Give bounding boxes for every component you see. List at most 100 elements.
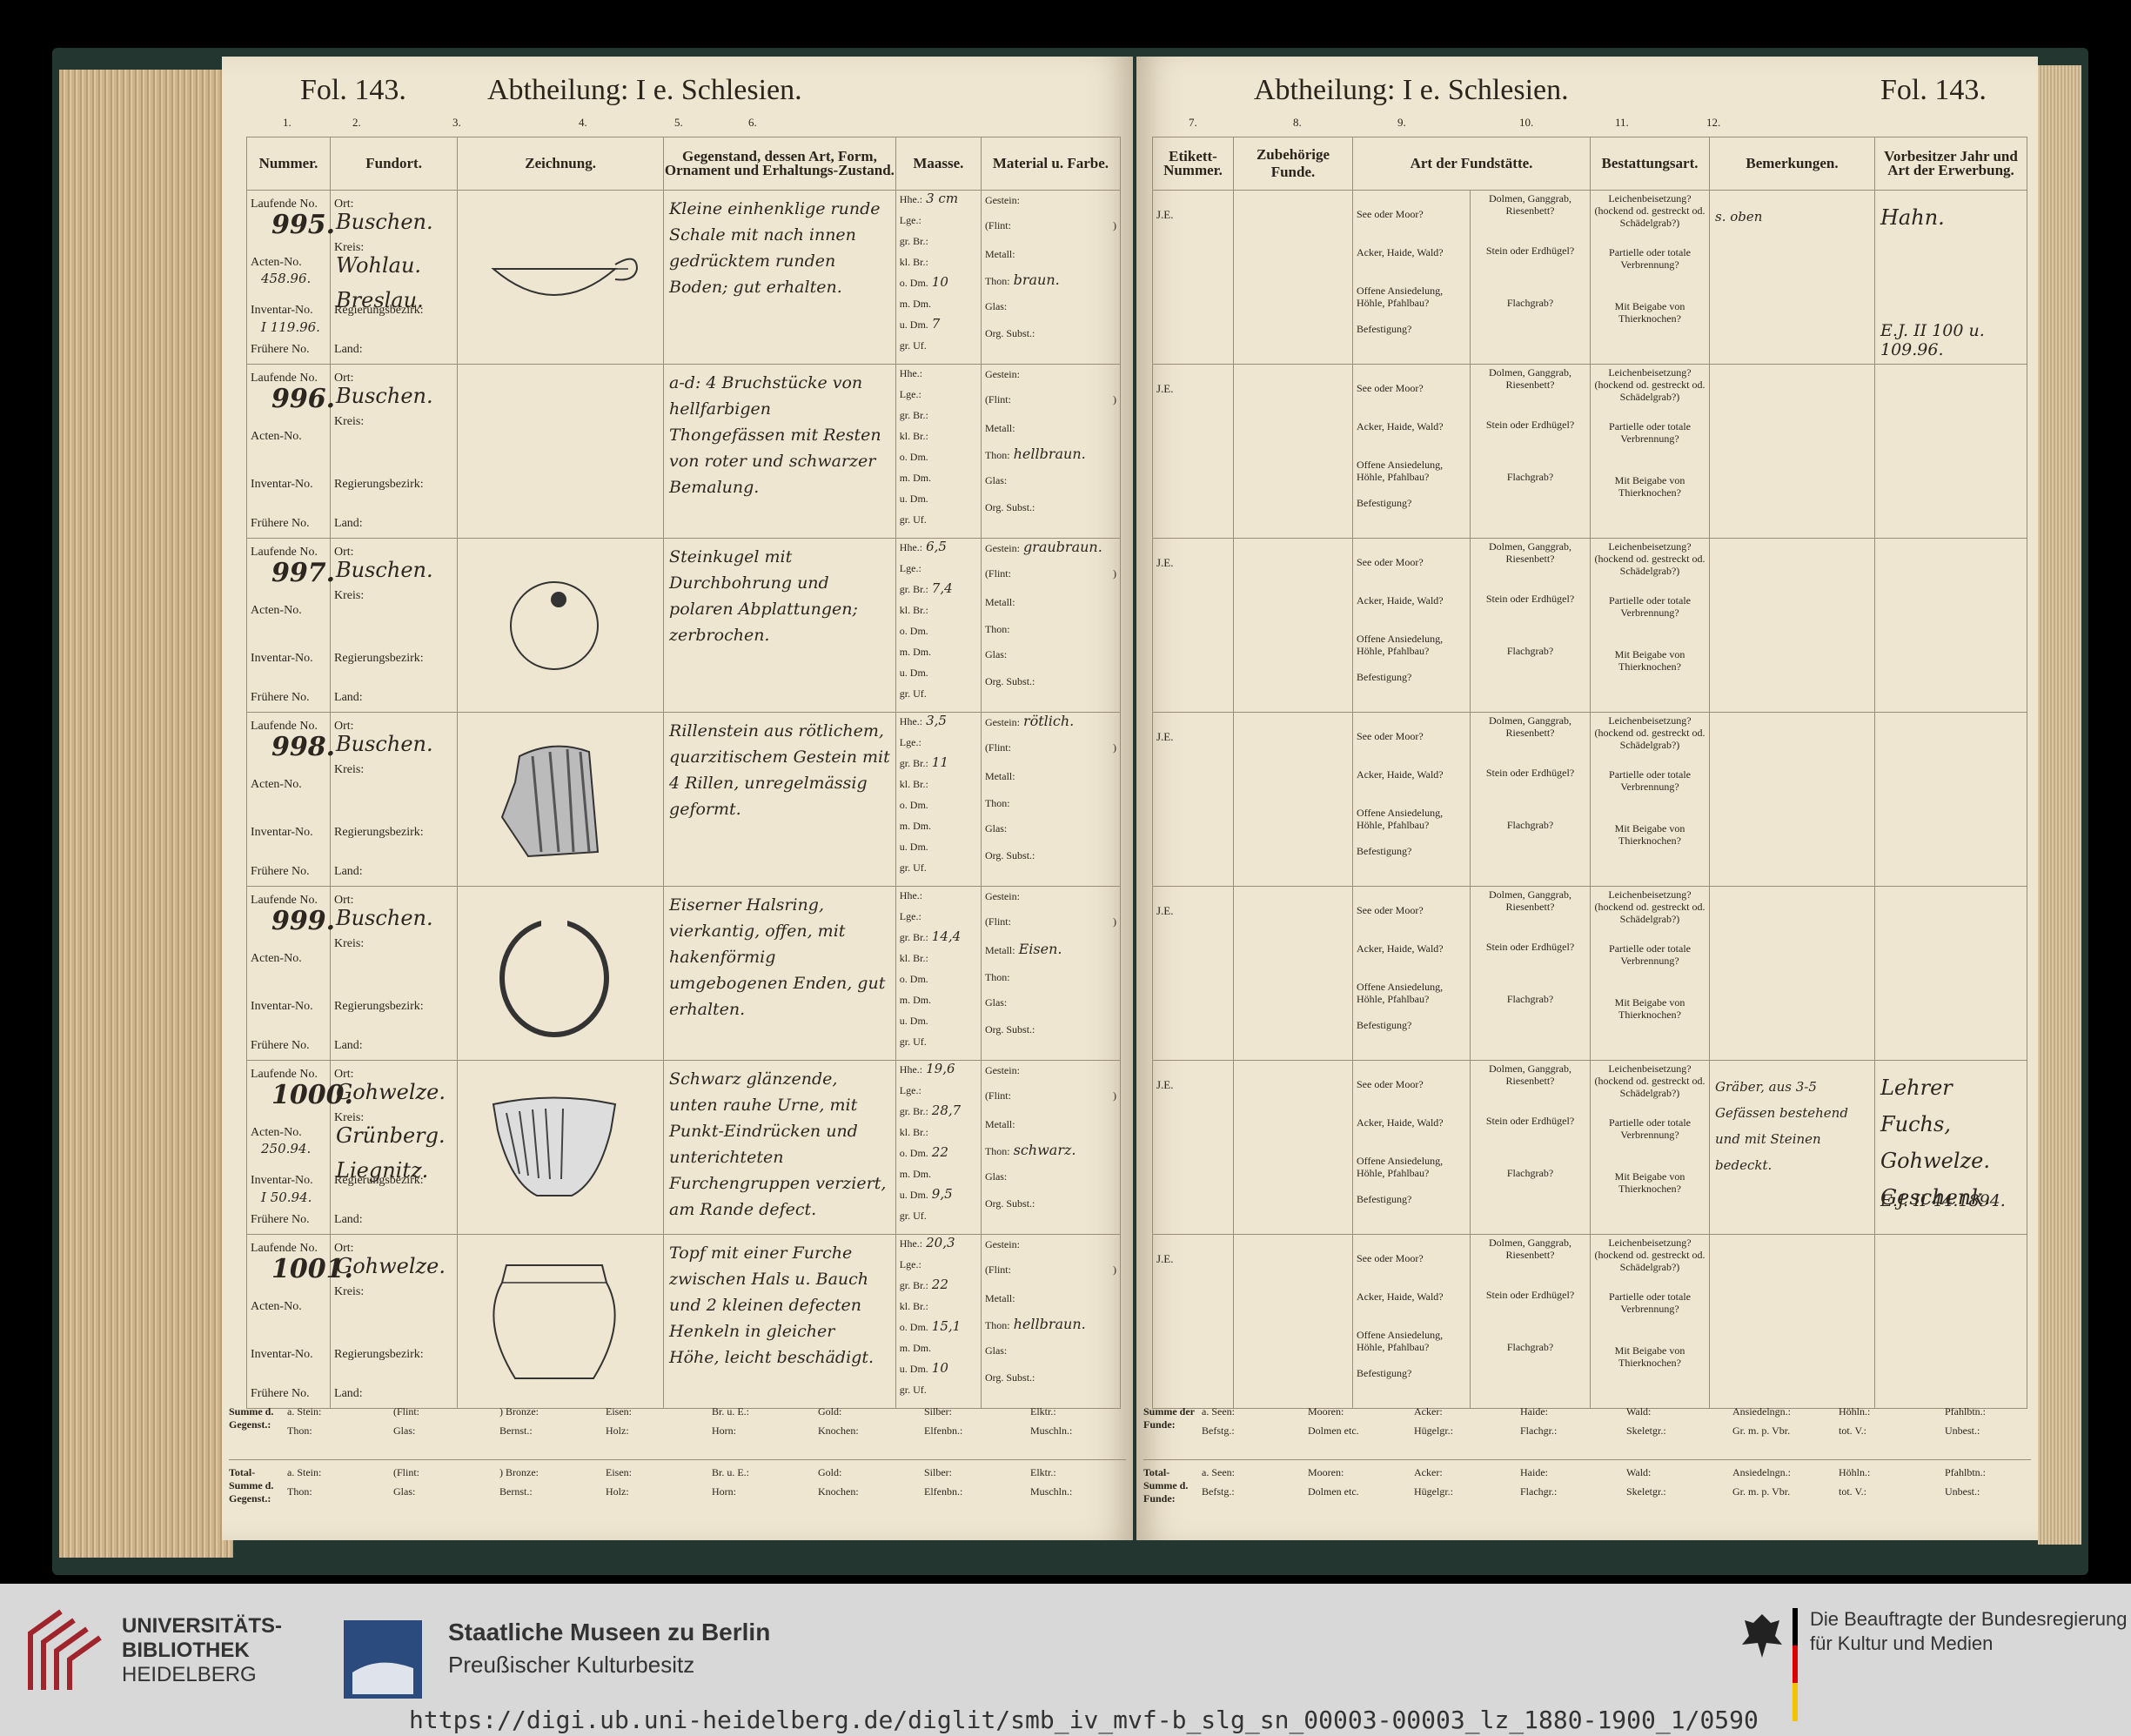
sum-field: Horn: <box>712 1485 736 1498</box>
maasse-label: Lge.: <box>899 1084 921 1096</box>
bezirk-value: Liegnitz. <box>336 1158 429 1183</box>
sum-field: Knochen: <box>818 1424 859 1437</box>
sum-field: Glas: <box>393 1485 416 1498</box>
fundstaette-label: Befestigung? <box>1357 497 1412 509</box>
maasse-value: 6,5 <box>926 539 947 554</box>
material-label: ) <box>1113 915 1116 928</box>
table-row: Laufende No. Acten-No. Inventar-No. Frühere… <box>245 1234 1122 1409</box>
fundstaette-label: Flachgrab? <box>1506 1167 1554 1179</box>
maasse-value: 9,5 <box>931 1186 953 1202</box>
right-colnum: 10. <box>1519 116 1534 129</box>
nummer-label: Acten-No. <box>251 430 302 443</box>
sum-field: Befstg.: <box>1202 1424 1235 1437</box>
artifact-drawing <box>467 204 641 352</box>
fundort-label: Regierungsbezirk: <box>334 652 424 665</box>
sum-field: Haide: <box>1520 1405 1548 1418</box>
material-label: Metall: <box>984 422 1015 434</box>
bkm-line1: Die Beauftragte der Bundesregierung <box>1810 1608 2128 1630</box>
fundort-label: Land: <box>334 691 363 704</box>
fundort-label: Land: <box>334 1387 363 1400</box>
fundstaette-label: Stein oder Erdhügel? <box>1485 941 1575 953</box>
fundort-label: Regierungsbezirk: <box>334 826 424 839</box>
maasse-label: m. Dm. <box>899 820 932 832</box>
material-value: hellbraun. <box>1013 446 1086 462</box>
material-label: Org. Subst.: <box>984 675 1035 687</box>
gegenstand-description: a-d: 4 Bruchstücke von hellfarbigen Thon… <box>669 373 881 497</box>
material-label: (Flint: <box>984 567 1011 580</box>
artifact-drawing <box>467 1074 641 1222</box>
laufende-number: 996. <box>271 384 336 414</box>
fundstaette-label: Stein oder Erdhügel? <box>1485 1115 1575 1127</box>
kreis-value: Grünberg. <box>336 1123 446 1148</box>
fundort-label: Land: <box>334 1213 363 1226</box>
maasse-label: o. Dm. <box>899 277 928 289</box>
maasse-label: Hhe.: <box>899 1237 923 1250</box>
maasse-label: u. Dm. <box>899 667 928 679</box>
maasse-label: m. Dm. <box>899 298 932 310</box>
maasse-value: 3,5 <box>926 713 947 728</box>
maasse-value: 22 <box>931 1277 948 1292</box>
sum-field: Pfahlbtn.: <box>1945 1466 1986 1478</box>
maasse-label: kl. Br.: <box>899 430 928 442</box>
material-label: ) <box>1113 567 1116 580</box>
fundstaette-label: See oder Moor? <box>1357 1078 1424 1090</box>
permalink-url[interactable]: https://digi.ub.uni-heidelberg.de/diglit… <box>409 1706 1759 1734</box>
bestattung-label: Partielle oder totale Verbrennung? <box>1609 768 1691 793</box>
sum-field: Gr. m. p. Vbr. <box>1732 1485 1791 1498</box>
maasse-label: u. Dm. <box>899 318 928 331</box>
sum-field: Gold: <box>818 1466 842 1478</box>
maasse-value: 22 <box>931 1144 948 1160</box>
bestattung-label: Mit Beigabe von Thierknochen? <box>1614 822 1685 847</box>
sum-field: Höhln.: <box>1839 1405 1871 1418</box>
material-label: Gestein: <box>984 1064 1020 1076</box>
maasse-label: Hhe.: <box>899 715 923 727</box>
fundort-label: Regierungsbezirk: <box>334 1000 424 1013</box>
page-edges-right <box>2038 65 2081 1545</box>
fundstaette-label: Befestigung? <box>1357 1367 1412 1379</box>
sum-field: (Flint: <box>393 1405 420 1418</box>
etikett-mark: J.E. <box>1156 1078 1174 1091</box>
page-edges-left <box>59 70 233 1558</box>
fundstaette-label: See oder Moor? <box>1357 208 1424 220</box>
left-colnum: 5. <box>674 116 683 129</box>
sum-field: Silber: <box>924 1466 952 1478</box>
fundstaette-label: Befestigung? <box>1357 1019 1412 1031</box>
sum-field: Muschln.: <box>1030 1485 1073 1498</box>
material-label: Glas: <box>984 474 1008 486</box>
left-header: Gegenstand, dessen Art, Form, Ornament u… <box>663 137 896 191</box>
material-label: Gestein: <box>984 368 1020 380</box>
sum-field: Flachgr.: <box>1520 1424 1558 1437</box>
maasse-label: o. Dm. <box>899 625 928 637</box>
maasse-label: m. Dm. <box>899 1168 932 1180</box>
material-label: (Flint: <box>984 1263 1011 1276</box>
fundstaette-label: See oder Moor? <box>1357 904 1424 916</box>
table-row: J.E. See oder Moor? Acker, Haide, Wald? Off… <box>1152 190 2027 365</box>
material-label: Metall: <box>984 1292 1015 1304</box>
maasse-label: gr. Br.: <box>899 235 928 247</box>
bestattung-label: Mit Beigabe von Thierknochen? <box>1614 648 1685 673</box>
maasse-label: o. Dm. <box>899 451 928 463</box>
right-header: Etikett-Nummer. <box>1152 137 1234 191</box>
maasse-value: 7,4 <box>931 580 953 596</box>
fundstaette-label: See oder Moor? <box>1357 556 1424 568</box>
fundstaette-label: Dolmen, Ganggrab, Riesenbett? <box>1489 1237 1571 1261</box>
maasse-value: 19,6 <box>926 1061 955 1076</box>
maasse-label: u. Dm. <box>899 493 928 505</box>
bezirk-value: Breslau. <box>336 288 424 312</box>
sum-field: Elfenbn.: <box>924 1424 963 1437</box>
left-page: Fol. 143. Abtheilung: I e. Schlesien. 1.… <box>222 57 1133 1540</box>
german-flag-stripe <box>1793 1608 1798 1721</box>
right-header: Bemerkungen. <box>1709 137 1875 191</box>
ub-heidelberg-logo-icon <box>28 1609 102 1690</box>
maasse-label: gr. Uf. <box>899 861 927 874</box>
sum-field: Glas: <box>393 1424 416 1437</box>
material-label: (Flint: <box>984 393 1011 406</box>
bestattung-label: Partielle oder totale Verbrennung? <box>1609 1116 1691 1141</box>
maasse-label: gr. Br.: <box>899 757 928 769</box>
maasse-value: 20,3 <box>926 1235 955 1250</box>
material-value: hellbraun. <box>1013 1316 1086 1332</box>
maasse-label: Hhe.: <box>899 541 923 553</box>
maasse-label: gr. Br.: <box>899 409 928 421</box>
fundort-label: Regierungsbezirk: <box>334 478 424 491</box>
sum-field: Unbest.: <box>1945 1485 1980 1498</box>
